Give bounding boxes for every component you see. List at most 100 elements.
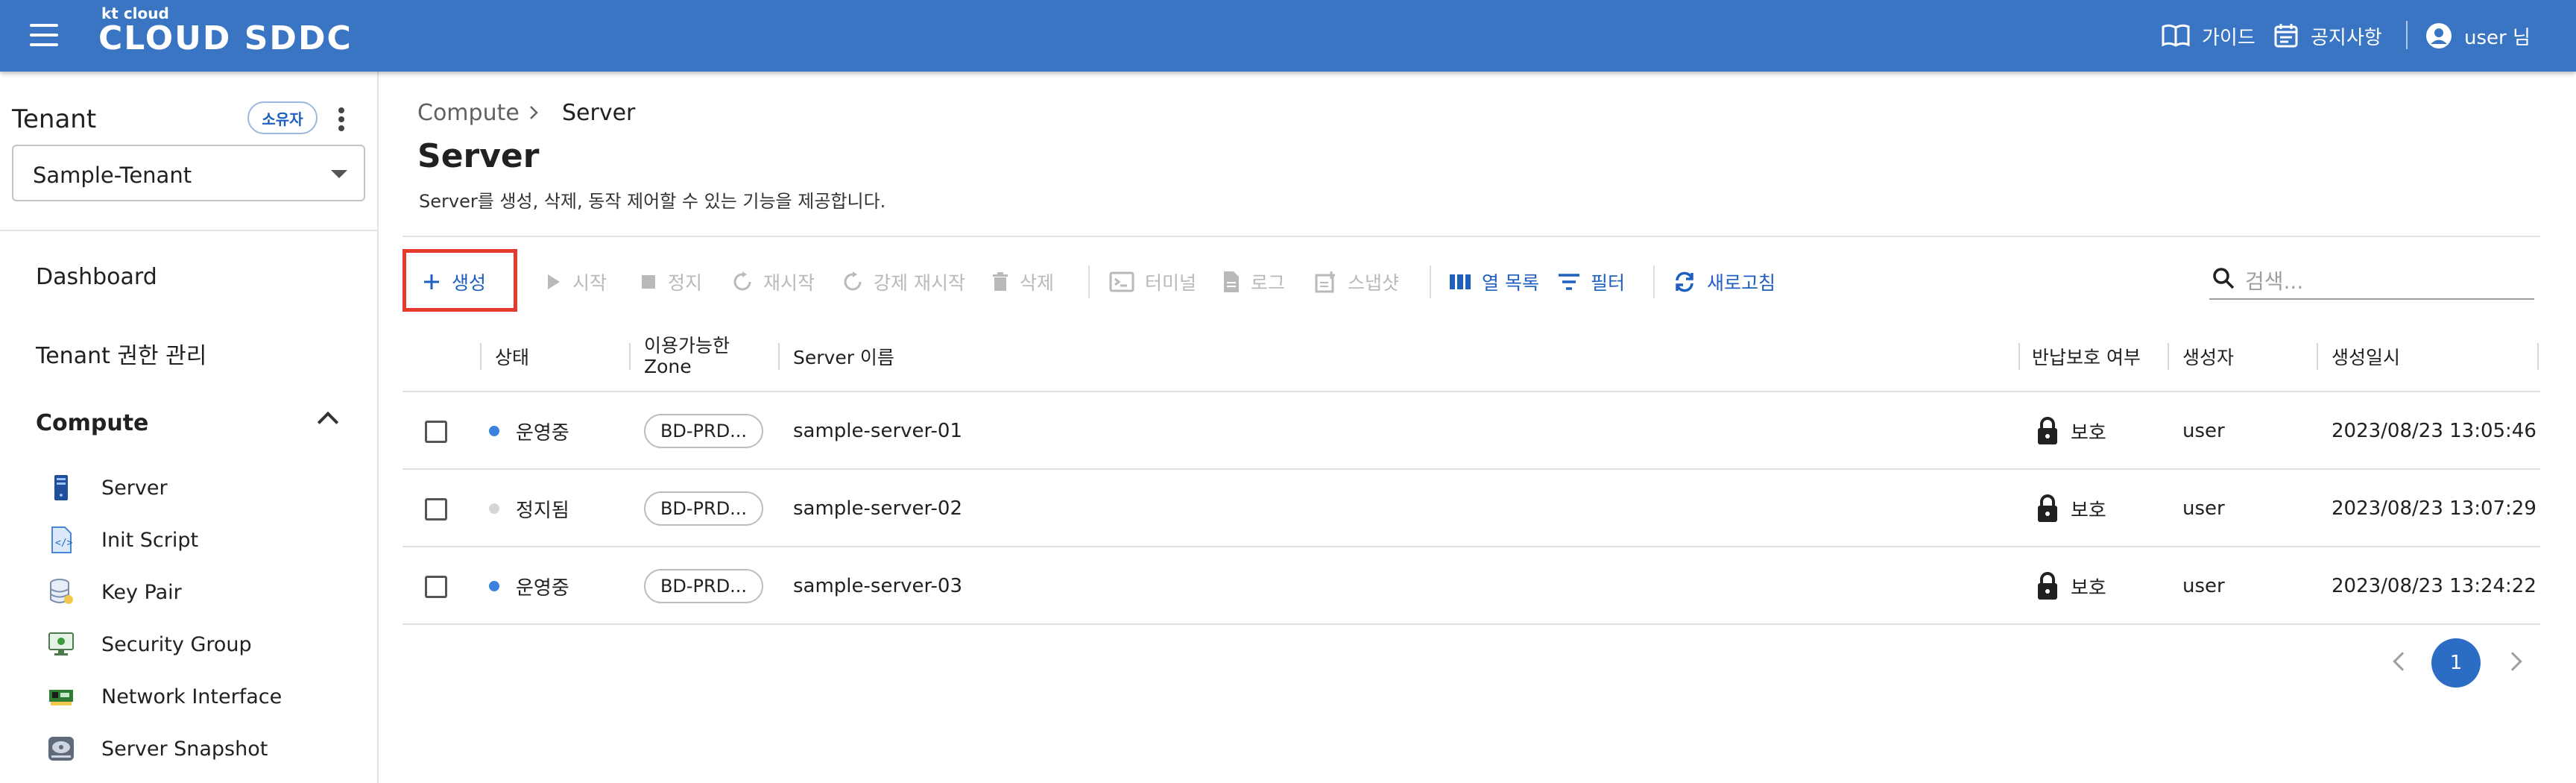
sidebar-item-label: Key Pair: [101, 580, 182, 604]
delete-button[interactable]: 삭제: [991, 261, 1054, 303]
server-name[interactable]: sample-server-03: [793, 547, 962, 625]
sidebar-item-key-pair[interactable]: Key Pair: [45, 576, 182, 609]
table-row[interactable]: 운영중 BD-PRD... sample-server-03 보호 user 2…: [402, 547, 2540, 625]
sidebar-item-server-snapshot[interactable]: Server Snapshot: [45, 732, 268, 765]
document-icon: [1224, 271, 1239, 292]
column-header-creator[interactable]: 생성자: [2182, 321, 2234, 392]
log-button[interactable]: 로그: [1222, 261, 1285, 303]
protect-text: 보호: [2071, 576, 2106, 600]
restart-button[interactable]: 재시작: [732, 261, 815, 303]
column-separator: [2317, 343, 2318, 370]
sidebar-item-label: Server Snapshot: [101, 737, 268, 761]
chevron-right-icon: [530, 106, 538, 119]
start-button[interactable]: 시작: [544, 261, 607, 303]
breadcrumb-compute[interactable]: Compute: [417, 100, 520, 126]
column-header-name[interactable]: Server 이름: [793, 321, 894, 392]
tenant-label: Tenant: [12, 104, 97, 134]
row-checkbox[interactable]: [425, 498, 447, 521]
filter-button[interactable]: 필터: [1558, 261, 1625, 303]
protect-cell: 보호: [2036, 392, 2106, 470]
guide-label: 가이드: [2202, 26, 2255, 49]
chevron-right-page-icon[interactable]: [2503, 652, 2522, 671]
row-checkbox[interactable]: [425, 421, 447, 443]
calendar-icon: [2274, 24, 2298, 48]
sidebar-item-server[interactable]: Server: [45, 471, 168, 504]
filter-icon: [1559, 274, 1579, 290]
force-restart-button[interactable]: 강제 재시작: [842, 261, 965, 303]
zone-cell: BD-PRD...: [644, 392, 763, 470]
terminal-button[interactable]: 터미널: [1109, 261, 1196, 303]
create-button[interactable]: 생성: [422, 261, 486, 303]
toolbar-divider: [1430, 265, 1431, 298]
status-text: 정지됨: [516, 499, 569, 522]
column-separator: [2018, 343, 2020, 370]
add-note-icon: [1315, 271, 1335, 293]
user-menu[interactable]: user 님: [2425, 21, 2531, 51]
protect-cell: 보호: [2036, 470, 2106, 547]
database-icon: [45, 576, 78, 609]
status-running-icon: [489, 581, 499, 591]
zone-chip: BD-PRD...: [644, 491, 763, 526]
zone-cell: BD-PRD...: [644, 547, 763, 625]
server-name[interactable]: sample-server-02: [793, 470, 962, 547]
server-name[interactable]: sample-server-01: [793, 392, 962, 470]
tenant-select-value: Sample-Tenant: [33, 163, 192, 188]
chevron-up-icon[interactable]: [317, 411, 339, 433]
notice-link[interactable]: 공지사항: [2273, 21, 2382, 51]
stop-icon: [642, 275, 655, 289]
column-header-status[interactable]: 상태: [495, 321, 529, 392]
stop-button[interactable]: 정지: [640, 261, 702, 303]
search-field[interactable]: 검색...: [2209, 258, 2534, 300]
breadcrumb-server: Server: [562, 100, 636, 126]
create-label: 생성: [452, 272, 487, 294]
row-checkbox[interactable]: [425, 576, 447, 598]
trash-icon: [993, 272, 1008, 291]
table-row[interactable]: 정지됨 BD-PRD... sample-server-02 보호 user 2…: [402, 470, 2540, 547]
sidebar-group-compute[interactable]: Compute: [36, 410, 148, 436]
more-vert-icon[interactable]: [334, 106, 349, 133]
column-header-created[interactable]: 생성일시: [2332, 321, 2400, 392]
created-cell: 2023/08/23 13:07:29: [2332, 497, 2536, 520]
created-cell: 2023/08/23 13:24:22: [2332, 575, 2536, 597]
page-title: Server: [417, 137, 540, 175]
server-icon: [45, 471, 78, 504]
status-text: 운영중: [516, 576, 569, 600]
search-icon: [2213, 268, 2235, 289]
play-icon: [548, 274, 560, 289]
content-divider: [402, 236, 2540, 237]
chevron-left-icon[interactable]: [2393, 652, 2412, 671]
guide-link[interactable]: 가이드: [2162, 21, 2255, 51]
zone-cell: BD-PRD...: [644, 470, 763, 547]
search-placeholder: 검색...: [2245, 269, 2304, 294]
sidebar-item-label: Init Script: [101, 528, 199, 552]
sidebar-item-security-group[interactable]: Security Group: [45, 628, 252, 661]
snapshot-button[interactable]: 스냅샷: [1315, 261, 1399, 303]
refresh-button[interactable]: 새로고침: [1673, 261, 1775, 303]
status-running-icon: [489, 426, 499, 436]
creator-cell: user: [2182, 497, 2225, 520]
zone-chip: BD-PRD...: [644, 414, 763, 448]
book-icon: [2162, 24, 2190, 47]
page-number-current[interactable]: 1: [2431, 638, 2481, 688]
column-header-zone[interactable]: 이용가능한 Zone: [644, 321, 730, 392]
sidebar-item-init-script[interactable]: </> Init Script: [45, 523, 198, 556]
tenant-select[interactable]: Sample-Tenant: [12, 145, 365, 201]
columns-button[interactable]: 열 목록: [1449, 261, 1539, 303]
menu-icon[interactable]: [30, 24, 58, 46]
column-header-protect[interactable]: 반납보호 여부: [2032, 321, 2141, 392]
log-label: 로그: [1251, 272, 1286, 294]
creator-cell: user: [2182, 575, 2225, 597]
delete-label: 삭제: [1020, 272, 1055, 294]
status-stopped-icon: [489, 503, 499, 514]
column-separator: [2168, 343, 2169, 370]
force-restart-label: 강제 재시작: [874, 272, 965, 294]
logo[interactable]: CLOUD SDDC: [98, 19, 353, 57]
sidebar-item-dashboard[interactable]: Dashboard: [36, 264, 157, 290]
created-cell: 2023/08/23 13:05:46: [2332, 420, 2536, 442]
sidebar-item-tenant-auth[interactable]: Tenant 권한 관리: [36, 337, 206, 370]
sidebar-item-network-interface[interactable]: Network Interface: [45, 680, 282, 713]
creator-cell: user: [2182, 420, 2225, 442]
terminal-icon: [1109, 271, 1134, 292]
table-row[interactable]: 운영중 BD-PRD... sample-server-01 보호 user 2…: [402, 392, 2540, 470]
monitor-icon: [45, 628, 78, 661]
